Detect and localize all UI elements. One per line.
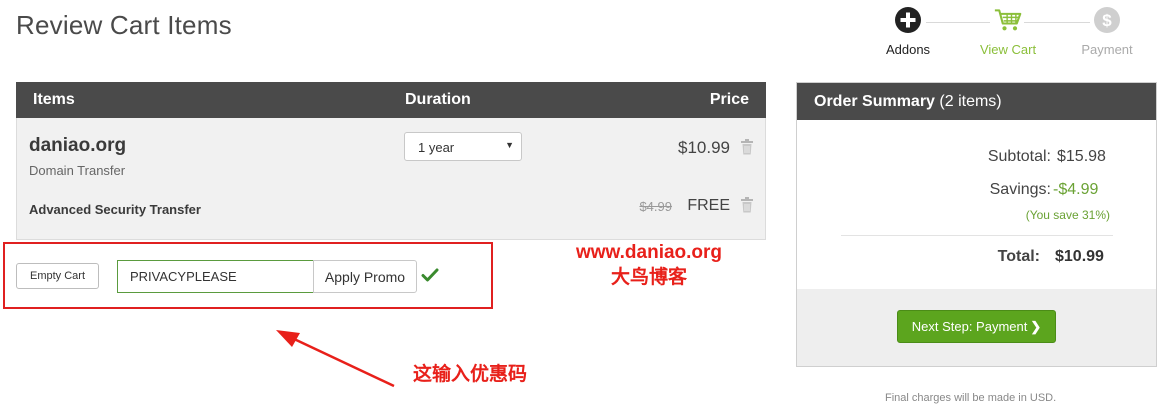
order-summary-title: Order Summary bbox=[814, 93, 935, 110]
header-duration: Duration bbox=[405, 91, 471, 108]
subtotal-label: Subtotal: bbox=[987, 148, 1051, 165]
addon-old-price: $4.99 bbox=[639, 199, 672, 214]
you-save-note: (You save 31%) bbox=[1025, 208, 1110, 222]
total-value: $10.99 bbox=[1055, 248, 1104, 265]
step-payment[interactable]: $ Payment bbox=[1062, 6, 1152, 57]
chevron-right-icon: ❯ bbox=[1030, 318, 1042, 334]
savings-label: Savings: bbox=[989, 181, 1051, 198]
step-view-cart[interactable]: View Cart bbox=[963, 6, 1053, 57]
checkmark-icon bbox=[421, 268, 439, 282]
trash-icon[interactable] bbox=[740, 197, 754, 213]
cart-row: daniao.org Domain Transfer 1 year ▼ $10.… bbox=[16, 118, 766, 240]
order-summary-footer: Next Step: Payment ❯ bbox=[797, 289, 1156, 366]
annotation-hint: 这输入优惠码 bbox=[413, 364, 528, 385]
cart-table: Items Duration Price daniao.org Domain T… bbox=[16, 82, 766, 240]
step-label: Addons bbox=[885, 42, 931, 57]
next-step-label: Next Step: Payment bbox=[911, 318, 1028, 334]
promo-code-input[interactable] bbox=[117, 260, 314, 293]
cart-table-header: Items Duration Price bbox=[16, 82, 766, 118]
step-label: View Cart bbox=[979, 42, 1037, 57]
dollar-circle-icon: $ bbox=[1093, 6, 1121, 34]
addon-name: Advanced Security Transfer bbox=[29, 202, 201, 217]
header-price: Price bbox=[709, 91, 749, 108]
watermark-name: 大鸟博客 bbox=[611, 267, 688, 288]
next-step-payment-button[interactable]: Next Step: Payment ❯ bbox=[897, 310, 1056, 343]
duration-select[interactable]: 1 year ▼ bbox=[404, 132, 522, 161]
watermark-url: www.daniao.org bbox=[576, 242, 723, 263]
svg-text:$: $ bbox=[1102, 11, 1112, 30]
empty-cart-button[interactable]: Empty Cart bbox=[16, 263, 99, 289]
step-label: Payment bbox=[1081, 42, 1133, 57]
final-charges-note: Final charges will be made in USD. bbox=[885, 392, 1057, 404]
item-price: $10.99 bbox=[678, 138, 730, 157]
duration-value: 1 year bbox=[418, 140, 455, 155]
addon-price: FREE bbox=[687, 197, 730, 214]
trash-icon[interactable] bbox=[740, 139, 754, 155]
order-item-count: (2 items) bbox=[939, 93, 1002, 110]
apply-promo-button[interactable]: Apply Promo bbox=[313, 260, 417, 293]
chevron-down-icon: ▼ bbox=[505, 140, 514, 150]
domain-name: daniao.org bbox=[29, 135, 127, 156]
domain-type: Domain Transfer bbox=[29, 163, 126, 178]
checkout-progress: Addons View Cart $ Payment bbox=[872, 6, 1152, 62]
order-summary: Order Summary (2 items) Subtotal: $15.98… bbox=[796, 82, 1157, 367]
header-items: Items bbox=[33, 91, 75, 108]
annotation-arrow-icon bbox=[276, 330, 395, 388]
total-label: Total: bbox=[997, 248, 1040, 265]
cart-icon bbox=[994, 6, 1022, 34]
page-title: Review Cart Items bbox=[16, 10, 232, 40]
step-addons[interactable]: Addons bbox=[863, 6, 953, 57]
subtotal-value: $15.98 bbox=[1057, 148, 1106, 165]
order-summary-header: Order Summary (2 items) bbox=[797, 83, 1156, 120]
divider bbox=[841, 235, 1113, 236]
savings-value: -$4.99 bbox=[1053, 181, 1099, 198]
watermark: www.daniao.org 大鸟博客 bbox=[576, 240, 722, 290]
plus-circle-icon bbox=[894, 6, 922, 34]
